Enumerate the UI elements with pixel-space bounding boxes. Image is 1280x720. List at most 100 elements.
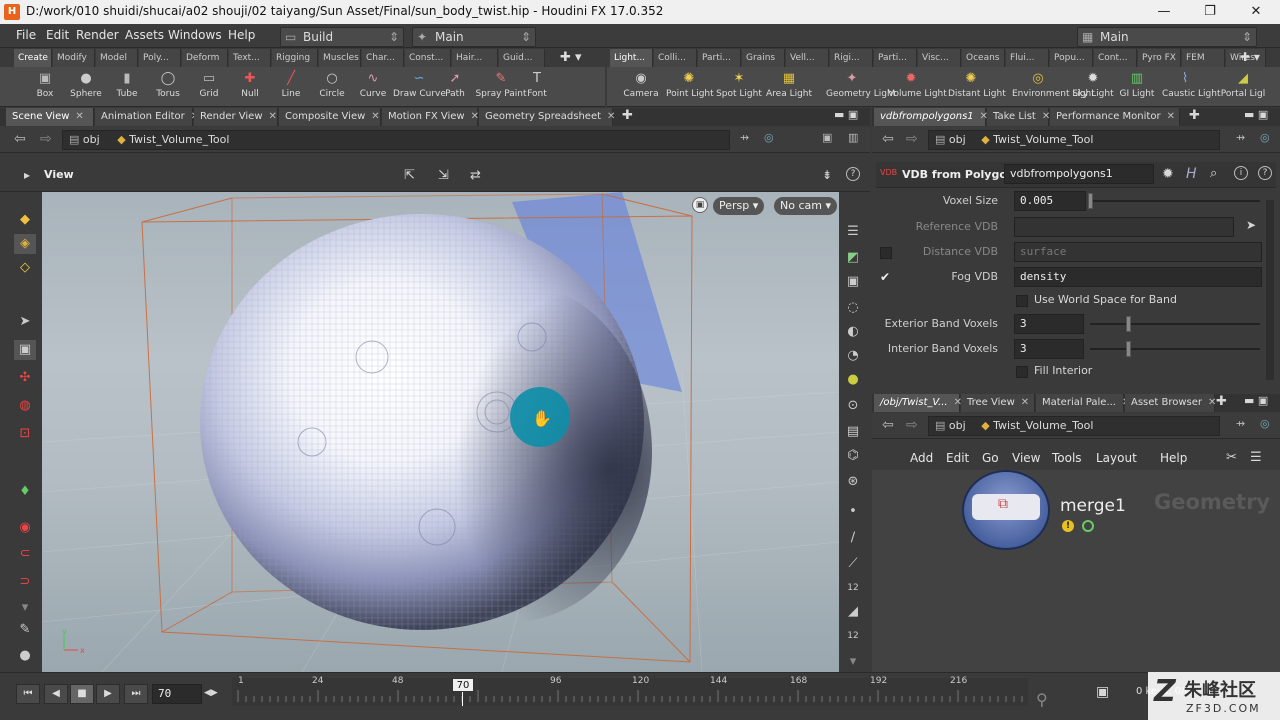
param-scrollbar[interactable] xyxy=(1266,200,1274,380)
pane-menu-icon[interactable]: ▬ ▣ xyxy=(1244,394,1268,407)
tool-gi-light[interactable]: ▥ GI Light xyxy=(1114,68,1160,106)
shelf-tab-model[interactable]: Model xyxy=(96,49,138,67)
object-mode-icon[interactable]: ◈ xyxy=(14,234,36,254)
menu-help[interactable]: Help xyxy=(228,28,255,42)
shelf-tab-colli-1[interactable]: Colli... xyxy=(654,49,697,67)
param-tab-take-list[interactable]: Take List ✕ xyxy=(987,108,1050,126)
forward-arrow-icon[interactable]: ⇨ xyxy=(906,417,918,433)
list-icon[interactable]: ☰ xyxy=(1250,450,1262,465)
shelf-tab-parti-6[interactable]: Parti... xyxy=(874,49,917,67)
camera-view-icon[interactable]: ▤ xyxy=(842,422,864,442)
shelf-tab-poly[interactable]: Poly... xyxy=(139,49,181,67)
network-tab-obj-twist-v[interactable]: /obj/Twist_V... ✕ xyxy=(874,394,962,412)
viewer-tab-render-view[interactable]: Render View ✕ xyxy=(194,108,278,126)
light-icon[interactable]: ◔ xyxy=(842,346,864,366)
tool-distant-light[interactable]: ✺ Distant Light xyxy=(948,68,1006,106)
viewport-label[interactable]: View xyxy=(44,168,74,181)
menu-render[interactable]: Render xyxy=(76,28,119,42)
hda-icon[interactable]: H xyxy=(1186,166,1197,182)
add-tab-icon[interactable]: ✚ xyxy=(1216,394,1227,409)
bulb-icon[interactable]: ● xyxy=(842,370,864,390)
shelf-tab-muscles[interactable]: Muscles xyxy=(319,49,361,67)
interior-band-field[interactable]: 3 xyxy=(1014,339,1084,359)
network-menu-tools[interactable]: Tools xyxy=(1052,451,1082,465)
tool-area-light[interactable]: ▦ Area Light xyxy=(766,68,812,106)
network-menu-help[interactable]: Help xyxy=(1160,451,1187,465)
snap-icon[interactable]: ⊂ xyxy=(14,544,36,564)
shelf-tab-flui-9[interactable]: Flui... xyxy=(1006,49,1049,67)
display-icon[interactable]: ▥ xyxy=(848,131,858,144)
camera-lock-icon[interactable]: ▣ xyxy=(692,197,708,213)
minimize-icon[interactable]: — xyxy=(1144,2,1184,22)
close-tab-icon[interactable]: ✕ xyxy=(1021,397,1029,408)
shelf-tab-const[interactable]: Const... xyxy=(405,49,451,67)
view-menu-icon[interactable]: ▸ xyxy=(24,168,30,182)
link-icon[interactable]: ◎ xyxy=(1260,131,1270,144)
shelf-tab-vell-4[interactable]: Vell... xyxy=(786,49,829,67)
render-icon[interactable]: ⌬ xyxy=(842,446,864,466)
network-tab-asset-browser[interactable]: Asset Browser ✕ xyxy=(1125,394,1216,412)
select-mode-icon[interactable]: ◆ xyxy=(14,210,36,230)
tool-torus[interactable]: ◯ Torus xyxy=(147,68,189,106)
fog-vdb-checkmark-icon[interactable]: ✔ xyxy=(880,270,890,284)
merge-node-name[interactable]: merge1 xyxy=(1060,496,1126,516)
wire-icon[interactable]: ◩ xyxy=(842,248,864,268)
transform-tool-icon[interactable]: ⇲ xyxy=(438,168,449,183)
shelf-tab-cont-11[interactable]: Cont... xyxy=(1094,49,1137,67)
handle-tool-icon[interactable]: ⇄ xyxy=(470,168,481,183)
ghost-icon[interactable]: ◌ xyxy=(842,298,864,318)
close-tab-icon[interactable]: ✕ xyxy=(1042,111,1050,122)
play-reverse-button[interactable]: ◀ xyxy=(44,684,68,704)
num12-icon[interactable]: 12 xyxy=(842,578,864,598)
tool-sphere[interactable]: ● Sphere xyxy=(65,68,107,106)
network-tab-tree-view[interactable]: Tree View ✕ xyxy=(961,394,1035,412)
close-tab-icon[interactable]: ✕ xyxy=(75,111,83,122)
add-shelf-tab-icon[interactable]: ✚ ▾ xyxy=(1240,50,1260,64)
network-tab-material-pale[interactable]: Material Pale...✕ xyxy=(1036,394,1130,412)
close-tab-icon[interactable]: ✕ xyxy=(607,111,615,122)
tool-geometry-light[interactable]: ✦ Geometry Light xyxy=(826,68,896,106)
tool-volume-light[interactable]: ✹ Volume Light xyxy=(888,68,947,106)
flipbook-icon[interactable]: ⊛ xyxy=(842,472,864,492)
gear-icon[interactable]: ✹ xyxy=(1162,166,1174,182)
shelf-tab-parti-2[interactable]: Parti... xyxy=(698,49,741,67)
add-tab-icon[interactable]: ✚ xyxy=(1189,108,1200,123)
edge-icon[interactable]: ∕ xyxy=(842,528,864,548)
shelf-tab-guid[interactable]: Guid... xyxy=(499,49,545,67)
warning-icon[interactable]: ! xyxy=(1062,520,1074,532)
shelf-tab-hair[interactable]: Hair... xyxy=(452,49,498,67)
shading-icon[interactable]: ◐ xyxy=(842,322,864,342)
shelf-tab-oceans-8[interactable]: Oceans xyxy=(962,49,1005,67)
camera-menu[interactable]: No cam ▾ xyxy=(774,197,837,215)
add-tab-icon[interactable]: ✚ xyxy=(622,108,633,123)
reference-vdb-field[interactable] xyxy=(1014,217,1234,237)
jump-end-button[interactable]: ⏭ xyxy=(124,684,148,704)
stop-button[interactable]: ■ xyxy=(70,684,94,704)
tools-icon[interactable]: ✂ xyxy=(1226,450,1237,465)
exterior-band-field[interactable]: 3 xyxy=(1014,314,1084,334)
exterior-band-slider[interactable] xyxy=(1090,323,1260,325)
distance-vdb-field[interactable]: surface xyxy=(1014,242,1262,262)
param-path-field[interactable]: ▤ obj ◆ Twist_Volume_Tool xyxy=(928,130,1220,150)
node-chooser-icon[interactable]: ➤ xyxy=(1246,218,1256,232)
menu-assets[interactable]: Assets xyxy=(125,28,164,42)
param-tab-vdbfrompolygons1[interactable]: vdbfrompolygons1 ✕ xyxy=(874,108,988,126)
magnet-icon[interactable]: ◉ xyxy=(14,518,36,538)
select-tool-icon[interactable]: ⇱ xyxy=(404,168,415,183)
tool-sky-light[interactable]: ✹ Sky Light xyxy=(1070,68,1116,106)
tool-portal-ligl[interactable]: ◢ Portal Ligl xyxy=(1220,68,1266,106)
normal-icon[interactable]: ⟋ xyxy=(842,554,864,574)
network-path-field[interactable]: ▤ obj ◆ Twist_Volume_Tool xyxy=(928,416,1220,436)
info-icon[interactable]: i xyxy=(1234,166,1248,180)
interior-band-slider[interactable] xyxy=(1090,348,1260,350)
shelf-tab-grains-3[interactable]: Grains xyxy=(742,49,785,67)
play-button[interactable]: ▶ xyxy=(96,684,120,704)
geometry-mode-icon[interactable]: ◇ xyxy=(14,258,36,278)
shelf-tab-deform[interactable]: Deform xyxy=(182,49,228,67)
shelf-tab-modify[interactable]: Modify xyxy=(53,49,95,67)
current-frame-field[interactable]: 70 xyxy=(152,684,202,704)
network-editor[interactable]: Geometry ⧉ merge1 ! xyxy=(872,470,1280,672)
exterior-band-handle[interactable] xyxy=(1126,316,1131,332)
menu-windows[interactable]: Windows xyxy=(168,28,222,42)
tool-environment-light[interactable]: ◎ Environment Light xyxy=(1012,68,1095,106)
